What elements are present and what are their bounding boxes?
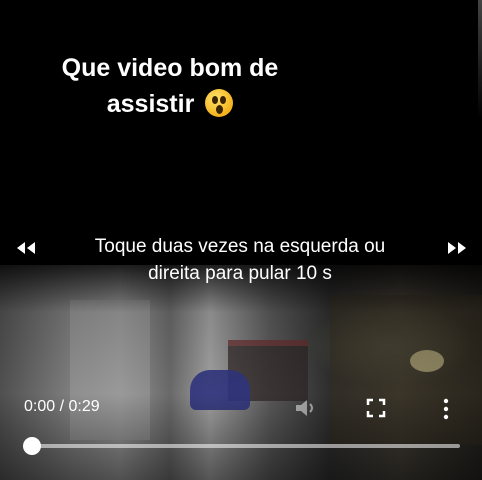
fullscreen-icon[interactable]	[366, 398, 386, 418]
fast-forward-icon[interactable]	[446, 240, 468, 256]
progress-thumb[interactable]	[23, 437, 41, 455]
skip-hint-line-1: Toque duas vezes na esquerda ou	[94, 236, 386, 257]
caption-line-2-text: assistir	[106, 90, 195, 118]
edge-shadow	[478, 0, 482, 120]
rewind-icon[interactable]	[15, 240, 37, 256]
caption-line-1: Que video bom de	[61, 54, 279, 82]
progress-track[interactable]	[30, 444, 460, 448]
astonished-face-icon	[205, 89, 234, 118]
volume-icon[interactable]	[293, 396, 319, 420]
time-display: 0:00 / 0:29	[24, 398, 100, 415]
more-vertical-icon[interactable]	[440, 397, 452, 421]
caption-line-2: assistir	[50, 86, 290, 122]
double-tap-skip-hint: Toque duas vezes na esquerda ou direita …	[60, 233, 420, 287]
post-caption: Que video bom de assistir	[50, 50, 290, 122]
skip-hint-line-2: direita para pular 10 s	[148, 263, 332, 284]
